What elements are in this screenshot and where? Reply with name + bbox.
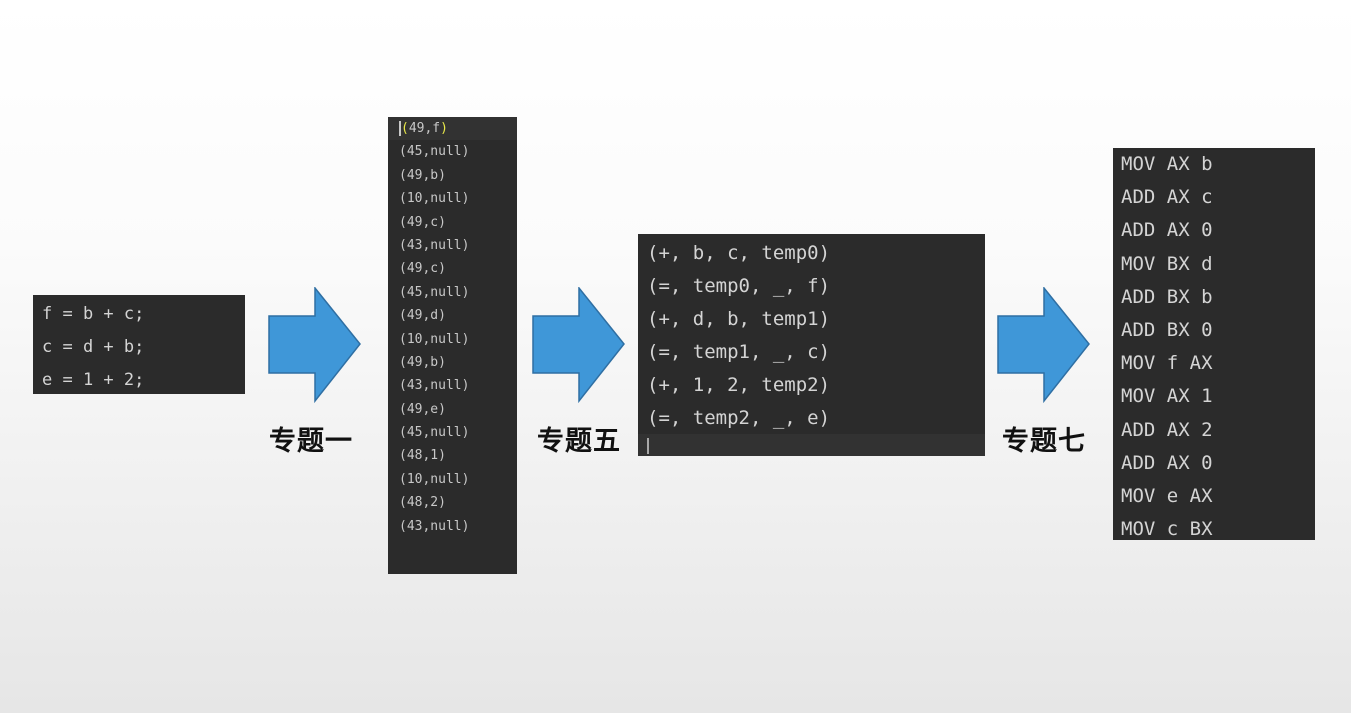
assembly-line: MOV c BX bbox=[1121, 518, 1213, 541]
token-list-panel: (49,f) (45,null) (49,b) (10,null) (49,c)… bbox=[388, 117, 517, 574]
editor-current-line bbox=[638, 434, 985, 456]
token-item: (49,e) bbox=[399, 401, 446, 417]
token-item: (48,2) bbox=[399, 495, 446, 511]
assembly-line: ADD AX c bbox=[1121, 186, 1213, 209]
token-text: 49,f) bbox=[408, 121, 448, 136]
token-item: (10,null) bbox=[399, 191, 470, 207]
token-item: (10,null) bbox=[399, 331, 470, 347]
text-caret bbox=[647, 438, 649, 454]
arrow-right-icon bbox=[532, 287, 625, 403]
assembly-line: ADD BX b bbox=[1121, 285, 1213, 308]
token-item: (43,null) bbox=[399, 237, 470, 253]
quadruple-line: (+, 1, 2, temp2) bbox=[647, 374, 831, 396]
source-line: f = b + c; bbox=[42, 304, 145, 324]
quadruple-panel: (+, b, c, temp0) (=, temp0, _, f) (+, d,… bbox=[638, 234, 985, 456]
source-code-list: f = b + c; c = d + b; e = 1 + 2; bbox=[42, 298, 245, 397]
arrow-right-icon bbox=[997, 287, 1090, 403]
stage-label: 专题五 bbox=[537, 426, 621, 457]
token-item: (49,c) bbox=[399, 214, 446, 230]
assembly-line: ADD AX 0 bbox=[1121, 219, 1213, 242]
assembly-line: MOV AX 1 bbox=[1121, 385, 1213, 408]
quadruple-list: (+, b, c, temp0) (=, temp0, _, f) (+, d,… bbox=[647, 237, 985, 435]
source-code-panel: f = b + c; c = d + b; e = 1 + 2; bbox=[33, 295, 245, 394]
quadruple-line: (+, d, b, temp1) bbox=[647, 308, 831, 330]
assembly-line: MOV BX d bbox=[1121, 252, 1213, 275]
token-item: (45,null) bbox=[399, 144, 470, 160]
token-item: (49,d) bbox=[399, 308, 446, 324]
token-item: (10,null) bbox=[399, 471, 470, 487]
token-item: (49,c) bbox=[399, 261, 446, 277]
stage-label: 专题七 bbox=[1002, 426, 1086, 457]
token-item: (43,null) bbox=[399, 518, 470, 534]
source-line: c = d + b; bbox=[42, 337, 145, 357]
assembly-line: ADD AX 0 bbox=[1121, 451, 1213, 474]
assembly-panel: MOV AX b ADD AX c ADD AX 0 MOV BX d ADD … bbox=[1113, 148, 1315, 540]
assembly-line: MOV f AX bbox=[1121, 352, 1213, 375]
assembly-line: MOV AX b bbox=[1121, 153, 1213, 175]
quadruple-line: (+, b, c, temp0) bbox=[647, 242, 831, 264]
token-item: (49,f) bbox=[388, 117, 517, 141]
assembly-list: MOV AX b ADD AX c ADD AX 0 MOV BX d ADD … bbox=[1121, 148, 1315, 546]
assembly-line: MOV e AX bbox=[1121, 484, 1213, 507]
quadruple-line: (=, temp0, _, f) bbox=[647, 275, 831, 297]
token-item: (45,null) bbox=[399, 284, 470, 300]
token-item: (48,1) bbox=[399, 448, 446, 464]
stage-label: 专题一 bbox=[269, 426, 353, 457]
quadruple-line: (=, temp1, _, c) bbox=[647, 341, 831, 363]
token-list: (49,f) (45,null) (49,b) (10,null) (49,c)… bbox=[388, 117, 517, 538]
token-item: (49,b) bbox=[399, 167, 446, 183]
assembly-line: ADD AX 2 bbox=[1121, 418, 1213, 441]
arrow-right-icon bbox=[268, 287, 361, 403]
token-item: (45,null) bbox=[399, 425, 470, 441]
assembly-line: ADD BX 0 bbox=[1121, 318, 1213, 341]
token-item: (49,b) bbox=[399, 354, 446, 370]
token-item: (43,null) bbox=[399, 378, 470, 394]
quadruple-line: (=, temp2, _, e) bbox=[647, 407, 831, 429]
source-line: e = 1 + 2; bbox=[42, 370, 145, 390]
matching-bracket: ) bbox=[440, 121, 448, 136]
